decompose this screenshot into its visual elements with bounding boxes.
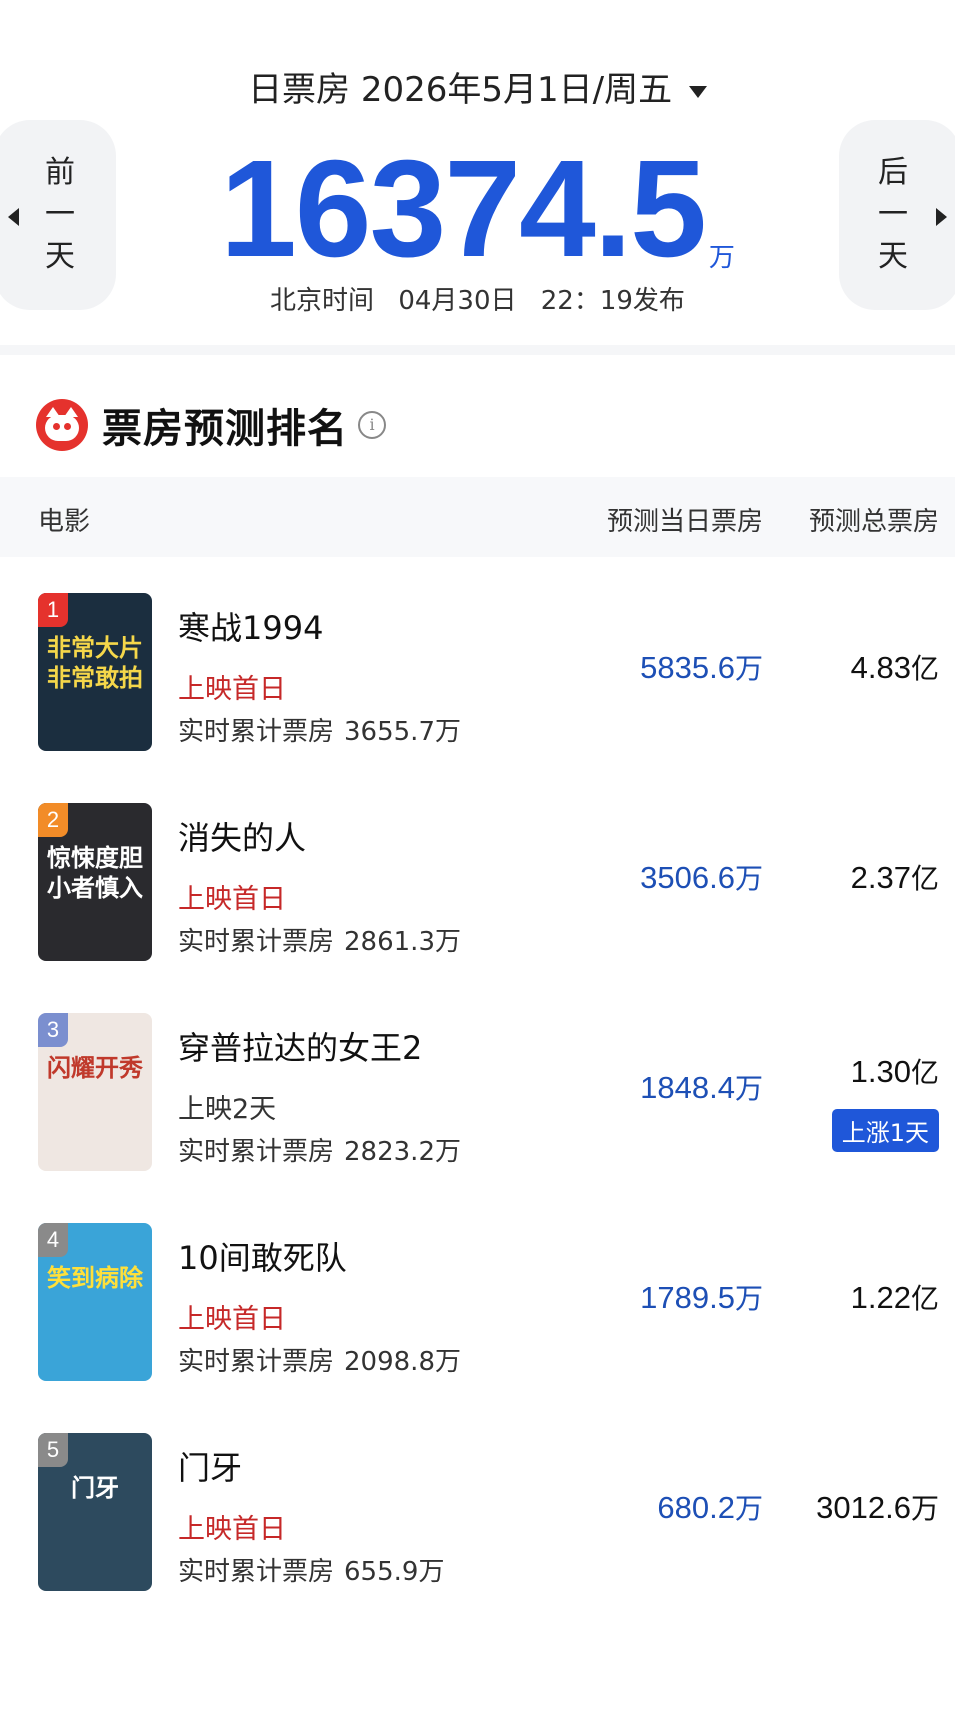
table-row[interactable]: 惊悚度胆小者慎入 2 消失的人 上映首日 实时累计票房 2861.3万 3506.… bbox=[0, 775, 955, 985]
release-clock: 22：19发布 bbox=[540, 286, 685, 316]
day-forecast-unit: 万 bbox=[734, 652, 763, 685]
table-row[interactable]: 门牙 5 门牙 上映首日 实时累计票房 655.9万 680.2万 3012.6万 bbox=[0, 1405, 955, 1615]
poster-text: 闪耀开秀 bbox=[47, 1054, 143, 1082]
release-label: 北京时间 bbox=[270, 286, 375, 316]
release-status: 上映2天 bbox=[178, 1094, 277, 1125]
column-movie: 电影 bbox=[38, 507, 91, 537]
cumulative-value: 2823.2万 bbox=[344, 1137, 461, 1167]
cumulative-value: 655.9万 bbox=[344, 1557, 445, 1587]
caret-down-icon bbox=[688, 85, 707, 98]
rank-badge: 5 bbox=[38, 1433, 68, 1467]
table-row[interactable]: 笑到病除 4 10间敢死队 上映首日 实时累计票房 2098.8万 1789.5万… bbox=[0, 1195, 955, 1405]
total-boxoffice-value: 16374.5 bbox=[220, 132, 707, 286]
day-forecast-unit: 万 bbox=[734, 1282, 763, 1315]
rank-badge: 1 bbox=[38, 593, 68, 627]
cumulative-label: 实时累计票房 bbox=[178, 927, 335, 957]
movie-poster[interactable]: 笑到病除 4 bbox=[38, 1223, 152, 1381]
movie-poster[interactable]: 闪耀开秀 3 bbox=[38, 1013, 152, 1171]
movie-name[interactable]: 消失的人 bbox=[178, 813, 306, 859]
cumulative-value: 2098.8万 bbox=[344, 1347, 461, 1377]
movie-name[interactable]: 寒战1994 bbox=[178, 603, 323, 649]
total-forecast-value: 1.22 bbox=[850, 1280, 911, 1315]
day-forecast-value: 680.2 bbox=[657, 1490, 735, 1525]
table-row[interactable]: 闪耀开秀 3 穿普拉达的女王2 上映2天 实时累计票房 2823.2万 1848.… bbox=[0, 985, 955, 1195]
poster-text: 门牙 bbox=[71, 1474, 119, 1502]
cumulative-value: 3655.7万 bbox=[344, 717, 461, 747]
total-forecast-unit: 亿 bbox=[910, 862, 939, 895]
table-header: 电影 预测当日票房 预测总票房 bbox=[0, 477, 955, 557]
date-selector[interactable]: 日票房 2026年5月1日/周五 bbox=[0, 62, 955, 111]
rank-badge: 2 bbox=[38, 803, 68, 837]
total-boxoffice-unit: 万 bbox=[708, 243, 735, 273]
day-forecast-unit: 万 bbox=[734, 862, 763, 895]
column-day-forecast[interactable]: 预测当日票房 bbox=[607, 501, 763, 538]
movie-name[interactable]: 穿普拉达的女王2 bbox=[178, 1023, 422, 1069]
total-forecast: 2.37亿 bbox=[851, 857, 939, 897]
total-forecast-value: 1.30 bbox=[850, 1054, 911, 1089]
total-forecast-value: 3012.6 bbox=[816, 1490, 911, 1525]
cumulative-value: 2861.3万 bbox=[344, 927, 461, 957]
table-row[interactable]: 非常大片非常敢拍 1 寒战1994 上映首日 实时累计票房 3655.7万 583… bbox=[0, 565, 955, 775]
total-forecast-unit: 亿 bbox=[910, 1282, 939, 1315]
ranking-title: 票房预测排名 bbox=[102, 406, 348, 452]
ranking-title-bar: 票房预测排名 i bbox=[36, 397, 386, 453]
day-forecast: 5835.6万 bbox=[640, 647, 763, 687]
movie-name[interactable]: 10间敢死队 bbox=[178, 1233, 347, 1279]
day-forecast-unit: 万 bbox=[734, 1492, 763, 1525]
total-boxoffice: 16374.5 万 bbox=[0, 140, 955, 278]
day-forecast-value: 1848.4 bbox=[640, 1070, 735, 1105]
cumulative-label: 实时累计票房 bbox=[178, 1137, 335, 1167]
total-forecast-unit: 亿 bbox=[910, 652, 939, 685]
info-icon[interactable]: i bbox=[358, 411, 386, 439]
movie-poster[interactable]: 惊悚度胆小者慎入 2 bbox=[38, 803, 152, 961]
cumulative-boxoffice: 实时累计票房 2098.8万 bbox=[178, 1341, 461, 1378]
forecast-ranking-card: 票房预测排名 i 电影 预测当日票房 预测总票房 非常大片非常敢拍 1 寒战19… bbox=[0, 355, 955, 1735]
cumulative-boxoffice: 实时累计票房 2861.3万 bbox=[178, 921, 461, 958]
release-time: 北京时间 04月30日 22：19发布 bbox=[0, 280, 955, 317]
poster-text: 笑到病除 bbox=[47, 1264, 143, 1292]
column-total-forecast[interactable]: 预测总票房 bbox=[809, 501, 939, 538]
release-status: 上映首日 bbox=[178, 1514, 286, 1545]
total-forecast: 1.22亿 bbox=[851, 1277, 939, 1317]
total-forecast-value: 2.37 bbox=[850, 860, 911, 895]
release-status: 上映首日 bbox=[178, 884, 286, 915]
cumulative-boxoffice: 实时累计票房 2823.2万 bbox=[178, 1131, 461, 1168]
trend-tag: 上涨1天 bbox=[831, 1109, 939, 1152]
total-forecast: 4.83亿 bbox=[851, 647, 939, 687]
cumulative-label: 实时累计票房 bbox=[178, 1347, 335, 1377]
day-forecast: 680.2万 bbox=[657, 1487, 763, 1527]
maoyan-cat-logo-icon bbox=[36, 399, 88, 451]
day-forecast-value: 1789.5 bbox=[640, 1280, 735, 1315]
cumulative-label: 实时累计票房 bbox=[178, 717, 335, 747]
total-forecast-value: 4.83 bbox=[850, 650, 911, 685]
day-forecast-value: 3506.6 bbox=[640, 860, 735, 895]
total-forecast-unit: 万 bbox=[910, 1492, 939, 1525]
total-forecast: 1.30亿 bbox=[851, 1051, 939, 1091]
day-forecast: 1848.4万 bbox=[640, 1067, 763, 1107]
date-value: 2026年5月1日/周五 bbox=[360, 70, 673, 110]
poster-text: 非常大片非常敢拍 bbox=[47, 634, 143, 692]
day-forecast-value: 5835.6 bbox=[640, 650, 735, 685]
release-status: 上映首日 bbox=[178, 674, 286, 705]
day-forecast-unit: 万 bbox=[734, 1072, 763, 1105]
total-forecast-unit: 亿 bbox=[910, 1056, 939, 1089]
cumulative-boxoffice: 实时累计票房 655.9万 bbox=[178, 1551, 444, 1588]
movie-poster[interactable]: 门牙 5 bbox=[38, 1433, 152, 1591]
daily-boxoffice-header: 日票房 2026年5月1日/周五 前一天 后一天 16374.5 万 北京时间 0… bbox=[0, 0, 955, 345]
movie-poster[interactable]: 非常大片非常敢拍 1 bbox=[38, 593, 152, 751]
rank-badge: 3 bbox=[38, 1013, 68, 1047]
rank-badge: 4 bbox=[38, 1223, 68, 1257]
poster-text: 惊悚度胆小者慎入 bbox=[47, 844, 143, 902]
release-date: 04月30日 bbox=[398, 286, 517, 316]
date-prefix: 日票房 bbox=[248, 70, 351, 110]
cumulative-boxoffice: 实时累计票房 3655.7万 bbox=[178, 711, 461, 748]
movie-name[interactable]: 门牙 bbox=[178, 1443, 242, 1489]
total-forecast: 3012.6万 bbox=[816, 1487, 939, 1527]
day-forecast: 3506.6万 bbox=[640, 857, 763, 897]
cumulative-label: 实时累计票房 bbox=[178, 1557, 335, 1587]
day-forecast: 1789.5万 bbox=[640, 1277, 763, 1317]
release-status: 上映首日 bbox=[178, 1304, 286, 1335]
